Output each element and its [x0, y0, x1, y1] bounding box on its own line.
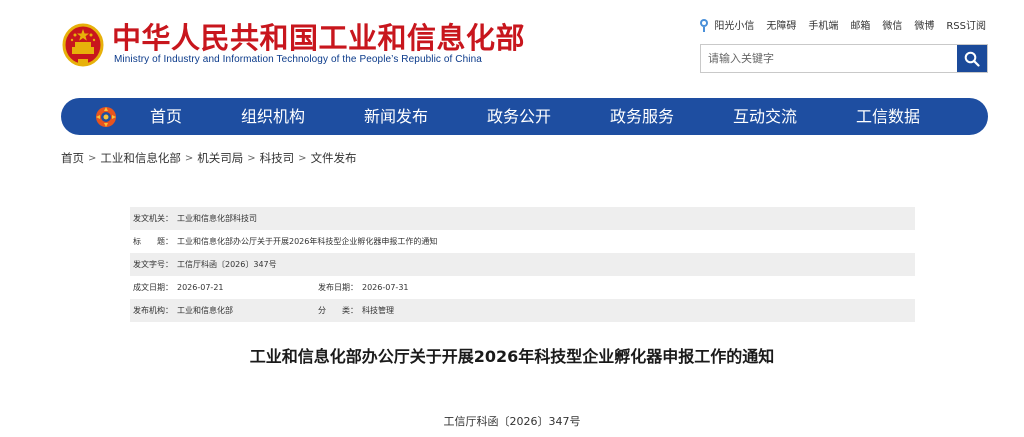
- nav-home[interactable]: 首页: [150, 98, 182, 135]
- nav-organization[interactable]: 组织机构: [241, 98, 305, 135]
- meta-label: 发文字号：: [133, 260, 173, 269]
- meta-row-issuer: 发文机关： 工业和信息化部科技司: [130, 207, 915, 230]
- top-link-mail[interactable]: 邮箱: [850, 17, 870, 32]
- meta-row-dates: 成文日期： 2026-07-21 发布日期： 2026-07-31: [130, 276, 915, 299]
- meta-value: 科技管理: [362, 306, 394, 315]
- meta-value: 2026-07-31: [362, 283, 409, 292]
- meta-value: 2026-07-21: [177, 283, 224, 292]
- top-link-mobile[interactable]: 手机端: [808, 17, 838, 32]
- breadcrumb-ministry[interactable]: 工业和信息化部: [100, 150, 181, 166]
- breadcrumb-home[interactable]: 首页: [61, 150, 84, 166]
- breadcrumb-file-release[interactable]: 文件发布: [311, 150, 357, 166]
- chevron-right-icon: >: [298, 152, 307, 164]
- top-links: 阳光小信 无障碍 手机端 邮箱 微信 微博 RSS订阅: [698, 17, 986, 32]
- search-icon: [964, 51, 980, 67]
- site-subtitle: Ministry of Industry and Information Tec…: [114, 54, 482, 65]
- article-title: 工业和信息化部办公厅关于开展2026年科技型企业孵化器申报工作的通知: [249, 347, 775, 366]
- meta-label: 发布日期：: [318, 283, 358, 292]
- meta-row-title: 标 题： 工业和信息化部办公厅关于开展2026年科技型企业孵化器申报工作的通知: [130, 230, 915, 253]
- nav-gov-affairs[interactable]: 政务公开: [487, 98, 551, 135]
- main-nav: 首页 组织机构 新闻发布 政务公开 政务服务 互动交流 工信数据: [61, 98, 988, 135]
- site-header: 中华人民共和国工业和信息化部 Ministry of Industry and …: [0, 0, 1024, 96]
- meta-value: 工业和信息化部办公厅关于开展2026年科技型企业孵化器申报工作的通知: [177, 237, 438, 246]
- ministry-logo-icon[interactable]: [94, 105, 118, 129]
- chevron-right-icon: >: [88, 152, 97, 164]
- meta-value: 工业和信息化部科技司: [177, 214, 257, 223]
- breadcrumb-departments[interactable]: 机关司局: [197, 150, 243, 166]
- meta-col-published: 发布日期： 2026-07-31: [318, 276, 409, 299]
- mascot-icon: [700, 18, 709, 32]
- meta-value: 工信厅科函〔2026〕347号: [177, 260, 277, 269]
- site-title[interactable]: 中华人民共和国工业和信息化部: [112, 20, 525, 56]
- meta-value: 工业和信息化部: [177, 306, 233, 315]
- top-link-weibo[interactable]: 微博: [914, 17, 934, 32]
- nav-news[interactable]: 新闻发布: [364, 98, 428, 135]
- meta-label: 标 题：: [133, 237, 173, 246]
- breadcrumb: 首页 > 工业和信息化部 > 机关司局 > 科技司 > 文件发布: [61, 150, 357, 166]
- nav-interaction[interactable]: 互动交流: [733, 98, 797, 135]
- meta-row-org: 发布机构： 工业和信息化部 分 类： 科技管理: [130, 299, 915, 322]
- chevron-right-icon: >: [247, 152, 256, 164]
- document-meta-table: 发文机关： 工业和信息化部科技司 标 题： 工业和信息化部办公厅关于开展2026年科…: [130, 207, 915, 322]
- top-link-wechat[interactable]: 微信: [882, 17, 902, 32]
- search-box: [700, 44, 988, 73]
- chevron-right-icon: >: [184, 152, 194, 164]
- search-input[interactable]: [701, 45, 957, 72]
- national-emblem-icon[interactable]: [62, 21, 104, 67]
- top-link-accessibility[interactable]: 无障碍: [766, 17, 796, 32]
- meta-label: 发布机构：: [133, 306, 173, 315]
- breadcrumb-science-dept[interactable]: 科技司: [260, 150, 295, 166]
- nav-gov-services[interactable]: 政务服务: [610, 98, 674, 135]
- top-link-rss[interactable]: RSS订阅: [946, 17, 986, 32]
- meta-label: 成文日期：: [133, 283, 173, 292]
- article-document-number: 工信厅科函〔2026〕347号: [443, 415, 581, 428]
- meta-col-category: 分 类： 科技管理: [318, 299, 394, 322]
- top-link-label: 阳光小信: [714, 21, 755, 32]
- meta-row-docno: 发文字号： 工信厅科函〔2026〕347号: [130, 253, 915, 276]
- search-button[interactable]: [957, 45, 987, 72]
- nav-data[interactable]: 工信数据: [856, 98, 920, 135]
- meta-label: 发文机关：: [133, 214, 173, 223]
- top-link-sunshine[interactable]: 阳光小信: [698, 17, 754, 32]
- meta-label: 分 类：: [318, 306, 358, 315]
